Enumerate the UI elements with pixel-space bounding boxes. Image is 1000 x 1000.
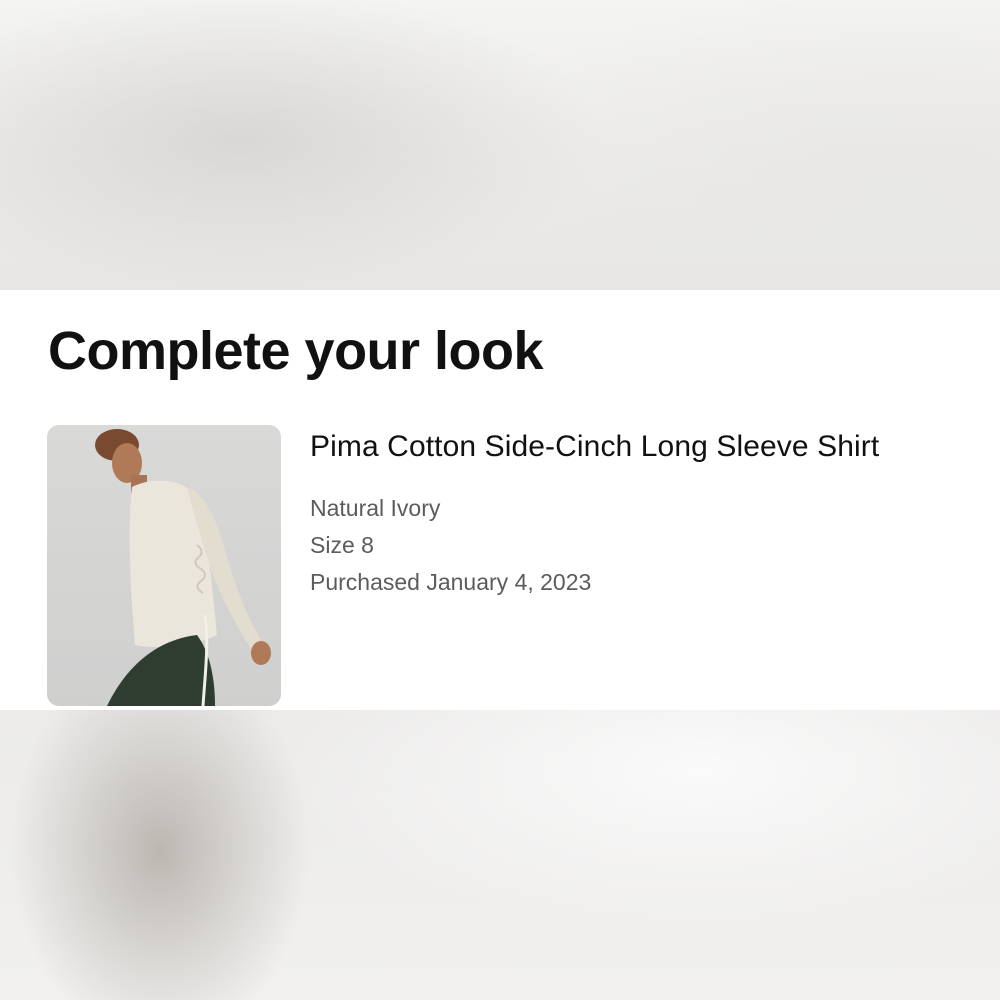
section-heading: Complete your look: [48, 321, 544, 381]
product-image[interactable]: [47, 425, 281, 706]
product-size: Size 8: [310, 532, 374, 558]
complete-your-look-card: Complete your look Pima Cotton Side-Cinc…: [0, 290, 1000, 710]
product-meta: Natural Ivory Size 8 Purchased January 4…: [310, 490, 970, 601]
blurred-background-top: [0, 0, 1000, 290]
product-name-link[interactable]: Pima Cotton Side-Cinch Long Sleeve Shirt: [310, 430, 970, 464]
product-info: Pima Cotton Side-Cinch Long Sleeve Shirt…: [310, 430, 970, 601]
product-color: Natural Ivory: [310, 495, 441, 521]
blurred-background-bottom: [0, 710, 1000, 1000]
hand-shape: [251, 641, 271, 665]
purchase-date: Purchased January 4, 2023: [310, 569, 592, 595]
product-photo-illustration: [95, 429, 271, 706]
